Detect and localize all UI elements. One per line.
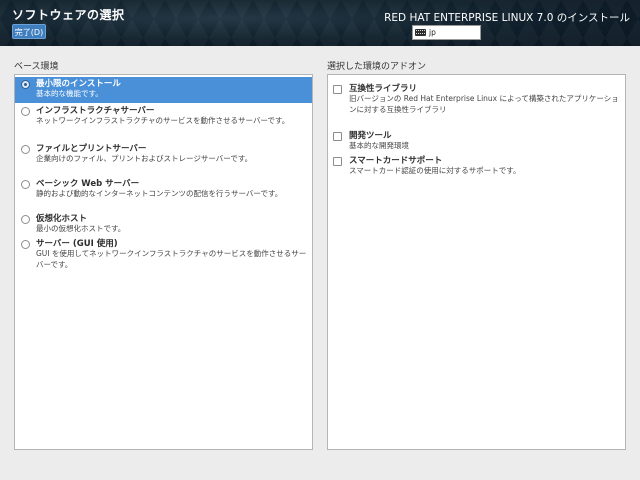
- addons-label: 選択した環境のアドオン: [327, 62, 427, 72]
- env-item-virtualization-host[interactable]: 仮想化ホスト 最小の仮想化ホストです。: [15, 212, 312, 237]
- base-environment-list: 最小限のインストール 基本的な機能です。 インフラストラクチャサーバー ネットワ…: [14, 74, 313, 450]
- addon-item-desc: スマートカード認証の使用に対するサポートです。: [349, 166, 521, 175]
- env-item-file-print-server[interactable]: ファイルとプリントサーバー 企業向けのファイル、プリントおよびストレージサーバー…: [15, 142, 312, 177]
- env-item-desc: ネットワークインフラストラクチャのサービスを動作させるサーバーです。: [36, 116, 290, 125]
- addon-item-development-tools[interactable]: 開発ツール 基本的な開発環境: [328, 129, 625, 154]
- addon-item-smart-card-support[interactable]: スマートカードサポート スマートカード認証の使用に対するサポートです。: [328, 154, 625, 179]
- env-item-desc: 企業向けのファイル、プリントおよびストレージサーバーです。: [36, 154, 253, 163]
- radio-button[interactable]: [21, 145, 30, 154]
- page-title: ソフトウェアの選択: [12, 8, 125, 22]
- env-item-minimal[interactable]: 最小限のインストール 基本的な機能です。: [15, 77, 312, 103]
- env-item-desc: 基本的な機能です。: [36, 89, 103, 98]
- keyboard-icon: [415, 29, 426, 36]
- addon-item-desc: 基本的な開発環境: [349, 141, 409, 150]
- radio-button[interactable]: [21, 107, 30, 116]
- header-bar: ソフトウェアの選択 完了(D) RED HAT ENTERPRISE LINUX…: [0, 0, 640, 46]
- base-environment-label: ベース環境: [14, 62, 59, 72]
- product-title: RED HAT ENTERPRISE LINUX 7.0 のインストール: [384, 12, 630, 24]
- env-item-desc: 最小の仮想化ホストです。: [36, 224, 126, 233]
- keyboard-layout-indicator[interactable]: jp: [412, 25, 481, 40]
- radio-button[interactable]: [21, 240, 30, 249]
- env-item-infrastructure-server[interactable]: インフラストラクチャサーバー ネットワークインフラストラクチャのサービスを動作さ…: [15, 104, 312, 142]
- checkbox[interactable]: [333, 132, 342, 141]
- env-item-desc: GUI を使用してネットワークインフラストラクチャのサービスを動作させるサーバー…: [36, 249, 307, 269]
- addon-item-compat-libraries[interactable]: 互換性ライブラリ 旧バージョンの Red Hat Enterprise Linu…: [328, 82, 625, 129]
- checkbox[interactable]: [333, 157, 342, 166]
- checkbox[interactable]: [333, 85, 342, 94]
- env-item-desc: 静的および動的なインターネットコンテンツの配信を行うサーバーです。: [36, 189, 283, 198]
- addons-list: 互換性ライブラリ 旧バージョンの Red Hat Enterprise Linu…: [327, 74, 626, 450]
- env-item-server-with-gui[interactable]: サーバー (GUI 使用) GUI を使用してネットワークインフラストラクチャの…: [15, 237, 312, 277]
- radio-button[interactable]: [21, 80, 30, 89]
- radio-button[interactable]: [21, 215, 30, 224]
- radio-button[interactable]: [21, 180, 30, 189]
- env-item-basic-web-server[interactable]: ベーシック Web サーバー 静的および動的なインターネットコンテンツの配信を行…: [15, 177, 312, 212]
- keyboard-layout-label: jp: [429, 28, 436, 37]
- done-button[interactable]: 完了(D): [12, 24, 46, 39]
- addon-item-desc: 旧バージョンの Red Hat Enterprise Linux によって構築さ…: [349, 94, 619, 114]
